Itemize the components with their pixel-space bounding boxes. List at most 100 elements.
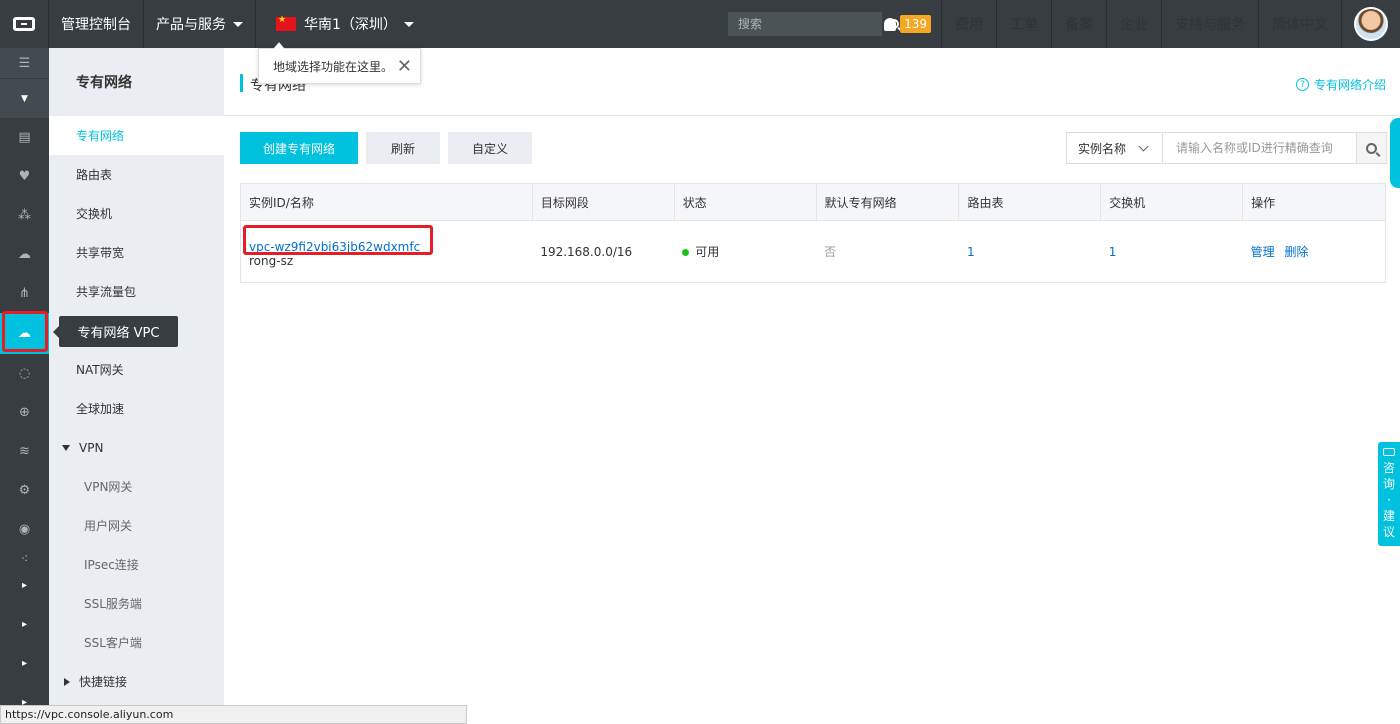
col-header-cidr: 目标网段 bbox=[532, 183, 675, 221]
vpc-id-highlight-box bbox=[243, 225, 433, 255]
close-icon[interactable]: ✕ bbox=[397, 56, 412, 77]
region-label: 华南1（深圳） bbox=[304, 17, 397, 33]
chat-icon bbox=[1383, 448, 1395, 456]
sidebar-group-shortcuts[interactable]: 快捷链接 bbox=[49, 662, 224, 701]
sidebar-item-vpc[interactable]: 专有网络 bbox=[49, 116, 224, 155]
global-search-input[interactable] bbox=[728, 12, 888, 36]
products-menu[interactable]: 产品与服务 bbox=[144, 0, 256, 48]
feedback-char: 咨 bbox=[1382, 461, 1395, 475]
cluster-icon[interactable]: ⁂ bbox=[0, 196, 49, 235]
vswitch-count-link[interactable]: 1 bbox=[1100, 220, 1243, 283]
chevron-right-icon[interactable]: ▸ bbox=[0, 566, 49, 605]
layers-icon[interactable]: ≋ bbox=[0, 432, 49, 471]
chevron-right-icon[interactable]: ▸ bbox=[0, 605, 49, 644]
cloud-outline-icon[interactable]: ◌ bbox=[0, 354, 49, 393]
browser-status-url: https://vpc.console.aliyun.com bbox=[0, 705, 467, 724]
sidebar-title: 专有网络 bbox=[49, 48, 224, 116]
caret-down-icon bbox=[62, 444, 70, 451]
refresh-button[interactable]: 刷新 bbox=[366, 132, 440, 164]
feedback-button[interactable]: 咨 询 · 建 议 bbox=[1378, 442, 1400, 546]
feedback-char: 询 bbox=[1382, 477, 1395, 491]
filter-search-input[interactable] bbox=[1163, 133, 1356, 163]
region-tip-text: 地域选择功能在这里。 bbox=[273, 59, 394, 74]
side-drawer-tab[interactable] bbox=[1390, 118, 1400, 188]
caret-right-icon bbox=[64, 677, 70, 686]
delete-link[interactable]: 删除 bbox=[1284, 245, 1308, 259]
sidebar-item-global-acceleration[interactable]: 全球加速 bbox=[49, 389, 224, 428]
enterprise-link[interactable]: 企业 bbox=[1107, 0, 1162, 48]
chevron-down-icon bbox=[403, 21, 414, 27]
product-icon-rail: ☰ ▼ ▤ ♥ ⁂ ☁ ⋔ ☁ ◌ ⊕ ≋ ⚙ ◉ ⁖ ▸ ▸ ▸ ▸ bbox=[0, 48, 49, 724]
title-accent-bar bbox=[240, 74, 243, 92]
search-filter: 实例名称 bbox=[1066, 132, 1387, 164]
user-menu[interactable] bbox=[1342, 0, 1400, 48]
console-home-link[interactable]: 管理控制台 bbox=[49, 0, 144, 48]
rail-collapse-chevron-icon[interactable]: ▼ bbox=[0, 78, 49, 118]
avatar bbox=[1354, 7, 1388, 41]
sidebar-group-vpn-label: VPN bbox=[79, 440, 104, 455]
chevron-right-icon[interactable]: ▸ bbox=[0, 644, 49, 683]
aliyun-logo-icon[interactable] bbox=[0, 0, 49, 48]
global-search bbox=[728, 12, 899, 36]
tickets-link[interactable]: 工单 bbox=[997, 0, 1052, 48]
heart-icon[interactable]: ♥ bbox=[0, 157, 49, 196]
cell-actions: 管理 删除 bbox=[1242, 220, 1386, 283]
vpc-intro-link[interactable]: ? 专有网络介绍 bbox=[1295, 76, 1386, 93]
sidebar-item-shared-bandwidth[interactable]: 共享带宽 bbox=[49, 233, 224, 272]
top-right-menu: 139 费用 工单 备案 企业 支持与服务 简体中文 bbox=[874, 0, 1400, 48]
filter-field-select[interactable]: 实例名称 bbox=[1067, 133, 1163, 163]
vpc-icon-highlight-box bbox=[2, 311, 48, 352]
notifications-button[interactable]: 139 bbox=[874, 0, 942, 48]
col-header-route-tables: 路由表 bbox=[958, 183, 1102, 221]
chip-icon[interactable]: ⚙ bbox=[0, 471, 49, 510]
rail-tooltip: 专有网络 VPC bbox=[53, 316, 178, 347]
main-content: 专有网络 ? 专有网络介绍 创建专有网络 刷新 自定义 实例名称 实例ID/名称… bbox=[224, 48, 1400, 724]
region-selector[interactable]: 华南1（深圳） bbox=[256, 0, 426, 48]
sidebar-item-ssl-server[interactable]: SSL服务端 bbox=[49, 584, 224, 623]
sidebar-item-data-transfer-plan[interactable]: 共享流量包 bbox=[49, 272, 224, 311]
col-header-instance: 实例ID/名称 bbox=[240, 183, 533, 221]
network-nodes-icon[interactable]: ⋔ bbox=[0, 274, 49, 313]
help-circle-icon: ? bbox=[1295, 78, 1309, 91]
sidebar-item-vswitches[interactable]: 交换机 bbox=[49, 194, 224, 233]
eye-icon[interactable]: ◉ bbox=[0, 510, 49, 549]
status-available-icon bbox=[682, 249, 690, 256]
sidebar-item-nat-gateway[interactable]: NAT网关 bbox=[49, 350, 224, 389]
col-header-vswitches: 交换机 bbox=[1100, 183, 1244, 221]
filter-search-button[interactable] bbox=[1356, 133, 1386, 163]
table-header-row: 实例ID/名称 目标网段 状态 默认专有网络 路由表 交换机 操作 bbox=[240, 183, 1386, 221]
products-menu-label: 产品与服务 bbox=[156, 17, 226, 33]
hamburger-menu-icon[interactable]: ☰ bbox=[0, 48, 49, 78]
sidebar-item-route-tables[interactable]: 路由表 bbox=[49, 155, 224, 194]
chevron-down-icon bbox=[1138, 141, 1149, 151]
billing-link[interactable]: 费用 bbox=[942, 0, 997, 48]
ecs-server-icon[interactable]: ▤ bbox=[0, 118, 49, 157]
create-vpc-button[interactable]: 创建专有网络 bbox=[240, 132, 358, 164]
cell-instance: vpc-wz9fi2vbi63jb62wdxmfc rong-sz bbox=[240, 220, 533, 283]
vpc-sidebar: 专有网络 专有网络 路由表 交换机 共享带宽 共享流量包 弹性公网IP NAT网… bbox=[49, 48, 224, 724]
sidebar-item-vpn-gateway[interactable]: VPN网关 bbox=[49, 467, 224, 506]
sidebar-group-shortcuts-label: 快捷链接 bbox=[79, 675, 128, 689]
filter-field-label: 实例名称 bbox=[1078, 141, 1127, 156]
language-selector[interactable]: 简体中文 bbox=[1259, 0, 1342, 48]
sidebar-item-ipsec-connection[interactable]: IPsec连接 bbox=[49, 545, 224, 584]
crosshair-icon[interactable]: ⊕ bbox=[0, 393, 49, 432]
customize-columns-button[interactable]: 自定义 bbox=[448, 132, 532, 164]
feedback-char: 建 bbox=[1382, 509, 1395, 523]
vpc-table: 实例ID/名称 目标网段 状态 默认专有网络 路由表 交换机 操作 vpc-wz… bbox=[240, 183, 1386, 283]
col-header-status: 状态 bbox=[674, 183, 817, 221]
cell-cidr: 192.168.0.0/16 bbox=[532, 220, 675, 283]
route-table-count-link[interactable]: 1 bbox=[958, 220, 1101, 283]
china-flag-icon bbox=[276, 15, 296, 31]
icp-filing-link[interactable]: 备案 bbox=[1052, 0, 1107, 48]
support-link[interactable]: 支持与服务 bbox=[1162, 0, 1259, 48]
sidebar-item-ssl-client[interactable]: SSL客户端 bbox=[49, 623, 224, 662]
sidebar-group-vpn[interactable]: VPN bbox=[49, 428, 224, 467]
sidebar-item-customer-gateway[interactable]: 用户网关 bbox=[49, 506, 224, 545]
status-text: 可用 bbox=[695, 245, 720, 259]
toolbar: 创建专有网络 刷新 自定义 bbox=[240, 132, 540, 164]
cloud-upload-icon[interactable]: ☁ bbox=[0, 235, 49, 274]
feedback-char: · bbox=[1387, 493, 1391, 507]
feedback-char: 议 bbox=[1382, 525, 1395, 539]
manage-link[interactable]: 管理 bbox=[1251, 245, 1275, 259]
